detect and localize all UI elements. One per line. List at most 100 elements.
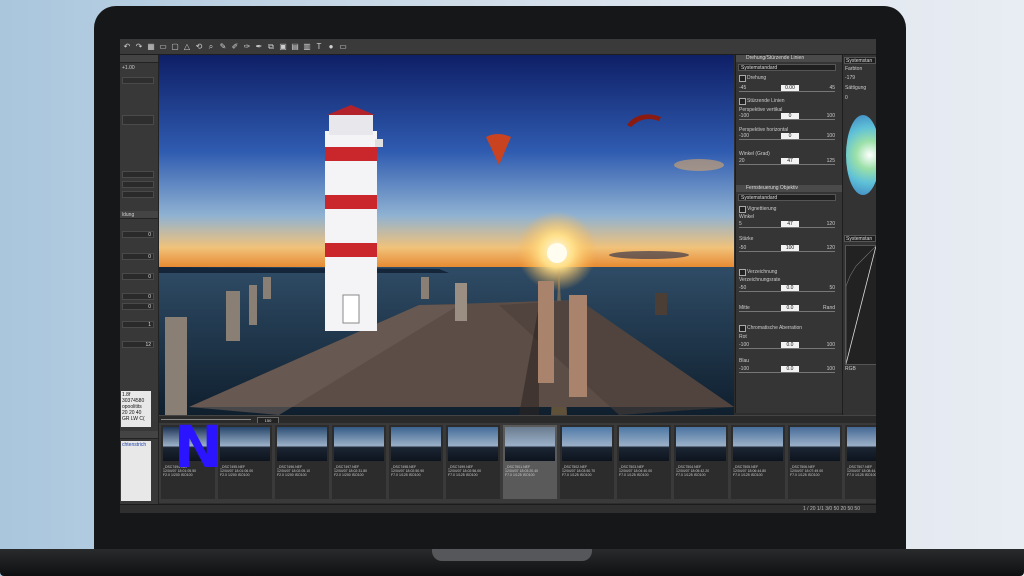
brush-icon[interactable]: ✎ [218,42,228,52]
zoom-icon[interactable]: ⌕ [206,42,216,52]
blue-label: Blau [739,358,750,364]
grid-icon[interactable]: ▦ [146,42,156,52]
crop-icon[interactable]: ▭ [158,42,168,52]
channel-select[interactable]: RGB [845,366,856,372]
image-icon[interactable]: ▤ [290,42,300,52]
red-track[interactable] [739,348,835,349]
color-preset-select[interactable]: Systemstan [844,57,876,64]
filmstrip-thumb[interactable]: _DSC7504.NEF 12/04/07 18:05:42.20 F7.0 1… [674,425,728,499]
thumb-caption: _DSC7503.NEF 12/04/07 18:04:40.00 F7.0 1… [619,465,653,477]
vignette-strength-slider[interactable]: -50 100 120 [739,245,835,253]
left-dropdown[interactable] [122,77,154,84]
curve-preset-select[interactable]: Systemstan [844,235,876,242]
saturation-label: Sättigung [845,85,867,91]
rotation-track[interactable] [739,91,835,92]
distortion-rate-track[interactable] [739,291,835,292]
thumb-image [790,427,840,461]
warning-icon[interactable]: △ [182,42,192,52]
filmstrip-thumb[interactable]: _DSC7497.NEF 12/04/07 18:02:31.80 F2.0 1… [332,425,386,499]
left-text-block: chtenstrich [121,441,151,501]
thumb-caption: _DSC7499.NEF 12/04/07 18:02:56.00 F7.0 1… [448,465,482,477]
hue-value[interactable]: -179 [845,75,855,81]
thumb-image [448,427,498,461]
angle-slider[interactable]: 20 47 125 [739,158,835,166]
distortion-mid-track[interactable] [739,311,835,312]
tone-curve-graph [845,245,876,365]
distortion-rate-slider[interactable]: -50 0.0 50 [739,285,835,293]
picker-icon[interactable]: ✑ [242,42,252,52]
left-field-3[interactable]: 0 [122,273,154,280]
square-icon[interactable]: ▢ [170,42,180,52]
undo-icon[interactable]: ↶ [122,42,132,52]
red-slider[interactable]: -100 0.0 100 [739,342,835,350]
filmstrip-thumb[interactable]: _DSC7503.NEF 12/04/07 18:04:40.00 F7.0 1… [617,425,671,499]
color-panel: Systemstan Farbton -179 Sättigung 0 Syst… [842,55,876,415]
perspective-v-slider[interactable]: -100 0 100 [739,113,835,121]
left-field-5[interactable]: 0 [122,303,154,310]
lens-preset-select[interactable]: Systemstandard [738,194,836,201]
vignette-strength-track[interactable] [739,251,835,252]
dropper-icon[interactable]: ✒ [254,42,264,52]
saturation-value[interactable]: 0 [845,95,848,101]
left-field-1[interactable]: 0 [122,231,154,238]
thumb-caption: _DSC7495.NEF 12/04/07 18:01:06.00 F2.0 1… [220,465,254,477]
text-icon[interactable]: T [314,42,324,52]
chromatic-checkbox[interactable] [739,325,746,332]
filmstrip-thumb[interactable]: _DSC7495.NEF 12/04/07 18:01:06.00 F2.0 1… [218,425,272,499]
thumb-caption: _DSC7505.NEF 12/04/07 18:06:44.80 F7.0 1… [733,465,767,477]
tone-curve[interactable] [845,245,876,365]
left-dropdown-3[interactable] [122,191,154,198]
rotation-section-header[interactable]: Drehung/Stürzende Linien [736,55,842,62]
eyedropper-icon[interactable]: ✐ [230,42,240,52]
left-field-2[interactable]: 0 [122,253,154,260]
thumb-image [220,427,270,461]
left-panel-value: +1.00 [122,65,135,71]
perspective-checkbox[interactable] [739,98,746,105]
filmstrip-thumb[interactable]: _DSC7502.NEF 12/04/07 18:03:50.70 F7.0 1… [560,425,614,499]
filmstrip-thumb[interactable]: _DSC7501.NEF 12/04/07 18:03:20.40 F7.0 1… [503,425,557,499]
left-dropdown-1[interactable] [122,171,154,178]
vignette-angle-slider[interactable]: 5 47 120 [739,221,835,229]
color-icon[interactable]: ● [326,42,336,52]
left-field-4[interactable]: 0 [122,293,154,300]
lens-section-header[interactable]: Fernsteuerung Objektiv [736,185,842,192]
left-section-header: ldung [120,211,158,219]
left-dropdown-2[interactable] [122,181,154,188]
n-logo: N [173,413,223,481]
distortion-checkbox[interactable] [739,269,746,276]
blue-slider[interactable]: -100 0.0 100 [739,366,835,374]
rotation-slider[interactable]: -45 0.00 45 [739,85,835,93]
clone-icon[interactable]: ⧉ [266,42,276,52]
perspective-h-slider[interactable]: -100 0 100 [739,133,835,141]
perspective-title: Stürzende Linien [747,98,785,104]
angle-track[interactable] [739,164,835,165]
redo-icon[interactable]: ↷ [134,42,144,52]
filmstrip-thumb[interactable]: _DSC7506.NEF 12/04/07 18:07:49.00 F7.0 1… [788,425,842,499]
color-wheel[interactable] [846,115,876,195]
rotate-icon[interactable]: ⟲ [194,42,204,52]
distortion-mid-slider[interactable]: Mitte 0.0 Rand [739,305,835,313]
perspective-v-track[interactable] [739,119,835,120]
rotation-preset-select[interactable]: Systemstandard [738,64,836,71]
filmstrip-thumb[interactable]: _DSC7496.NEF 12/04/07 18:02:05.10 F2.0 1… [275,425,329,499]
lock-icon[interactable]: ▣ [278,42,288,52]
stamp-icon[interactable]: ▥ [302,42,312,52]
monitor-icon[interactable]: ▭ [338,42,348,52]
left-field-6[interactable]: 1 [122,321,154,328]
filmstrip-thumb[interactable]: _DSC7507.NEF 12/04/07 18:08:44.50 F7.0 1… [845,425,876,499]
perspective-h-track[interactable] [739,139,835,140]
left-field-7[interactable]: 12 [122,341,154,348]
filmstrip-thumb[interactable]: _DSC7498.NEF 12/04/07 18:02:50.90 F7.0 1… [389,425,443,499]
thumb-image [619,427,669,461]
camera-lens-panel: Drehung/Stürzende Linien Systemstandard … [735,55,842,413]
main-photo[interactable] [159,55,734,415]
thumb-image [505,427,555,461]
vignette-angle-track[interactable] [739,227,835,228]
rotation-checkbox[interactable] [739,75,746,82]
vignette-checkbox[interactable] [739,206,746,213]
status-text: 1 / 20 1/1 3/0 50 20 50 50 [803,506,860,512]
filmstrip-thumb[interactable]: _DSC7499.NEF 12/04/07 18:02:56.00 F7.0 1… [446,425,500,499]
blue-track[interactable] [739,372,835,373]
hue-label: Farbton [845,66,863,72]
filmstrip-thumb[interactable]: _DSC7505.NEF 12/04/07 18:06:44.80 F7.0 1… [731,425,785,499]
